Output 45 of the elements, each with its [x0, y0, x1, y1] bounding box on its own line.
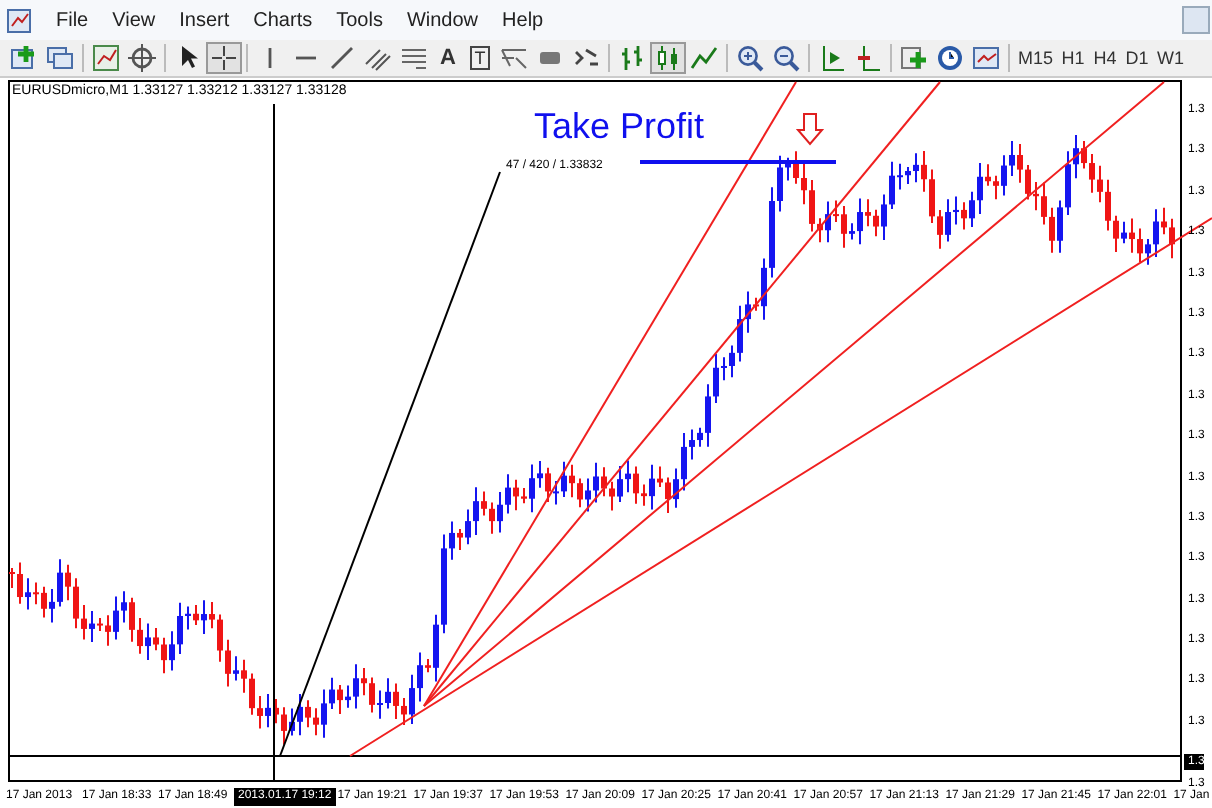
template-button[interactable]	[968, 42, 1004, 74]
add-indicator-button[interactable]	[896, 42, 932, 74]
clock-icon	[936, 44, 964, 72]
new-chart-icon	[10, 44, 38, 72]
line-chart-icon	[690, 44, 718, 72]
down-arrow-icon	[795, 113, 825, 146]
timeframe-button[interactable]: D1	[1121, 42, 1154, 74]
zoom-in-icon	[736, 44, 764, 72]
menu-item[interactable]: View	[100, 9, 168, 31]
levels-icon	[400, 44, 428, 72]
diagonal-line-icon	[328, 44, 356, 72]
menu-item[interactable]: Help	[490, 9, 556, 31]
bar-chart-icon	[618, 44, 646, 72]
zoom-in-button[interactable]	[732, 42, 768, 74]
candlestick-icon	[654, 44, 682, 72]
windows-icon	[46, 44, 74, 72]
chart-window-button[interactable]	[88, 42, 124, 74]
app-icon	[6, 7, 32, 33]
timeframe-button[interactable]: H4	[1089, 42, 1122, 74]
crosshair-icon	[210, 44, 238, 72]
template-icon	[972, 44, 1000, 72]
clock-button[interactable]	[932, 42, 968, 74]
target-icon	[128, 44, 156, 72]
zoom-out-button[interactable]	[768, 42, 804, 74]
timeframe-button[interactable]: M15	[1014, 42, 1058, 74]
menu-item[interactable]: Insert	[167, 9, 242, 31]
menu-item[interactable]: Tools	[324, 9, 395, 31]
zoom-out-icon	[772, 44, 800, 72]
text-tool-button[interactable]: A	[432, 42, 464, 74]
chart-shift-icon	[818, 44, 846, 72]
timeframe-button[interactable]: H1	[1057, 42, 1090, 74]
crosshair-button[interactable]	[206, 42, 242, 74]
fan-icon	[500, 44, 528, 72]
windows-button[interactable]	[42, 42, 78, 74]
menu-item[interactable]: Window	[394, 9, 491, 31]
menu-item[interactable]: Charts	[241, 9, 325, 31]
timeframe-button[interactable]: W1	[1153, 42, 1189, 74]
line-chart-button[interactable]	[686, 42, 722, 74]
menu-item[interactable]: File	[44, 9, 101, 31]
label-tool-button[interactable]: T	[464, 42, 496, 74]
target-button[interactable]	[124, 42, 160, 74]
chart-annotation: Take Profit	[534, 106, 705, 148]
candlestick-button[interactable]	[650, 42, 686, 74]
auto-scroll-icon	[854, 44, 882, 72]
channel-icon	[364, 44, 392, 72]
